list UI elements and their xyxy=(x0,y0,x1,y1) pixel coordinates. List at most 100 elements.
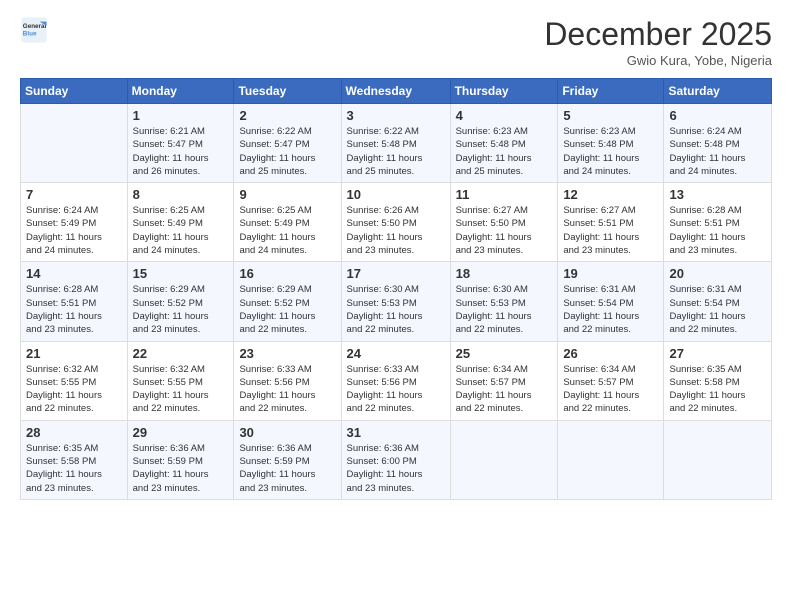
location: Gwio Kura, Yobe, Nigeria xyxy=(544,53,772,68)
day-number: 19 xyxy=(563,266,658,281)
cell-info: Sunrise: 6:26 AM Sunset: 5:50 PM Dayligh… xyxy=(347,204,445,257)
calendar-header-row: Sunday Monday Tuesday Wednesday Thursday… xyxy=(21,79,772,104)
calendar-week-row: 14Sunrise: 6:28 AM Sunset: 5:51 PM Dayli… xyxy=(21,262,772,341)
day-number: 9 xyxy=(239,187,335,202)
calendar-cell: 23 Sunrise: 6:33 AM Sunset: 5:56 PM Dayli… xyxy=(234,341,341,420)
calendar-table: Sunday Monday Tuesday Wednesday Thursday… xyxy=(20,78,772,500)
cell-info: Sunrise: 6:22 AM Sunset: 5:48 PM Dayligh… xyxy=(347,125,445,178)
cell-info: Sunrise: 6:29 AM Sunset: 5:52 PM Dayligh… xyxy=(239,283,335,336)
svg-text:Blue: Blue xyxy=(23,31,37,38)
calendar-cell: 14Sunrise: 6:28 AM Sunset: 5:51 PM Dayli… xyxy=(21,262,128,341)
calendar-cell xyxy=(21,104,128,183)
day-number: 4 xyxy=(456,108,553,123)
cell-info: Sunrise: 6:33 AM Sunset: 5:56 PM Dayligh… xyxy=(239,363,335,416)
cell-info: Sunrise: 6:31 AM Sunset: 5:54 PM Dayligh… xyxy=(669,283,766,336)
cell-info: Sunrise: 6:23 AM Sunset: 5:48 PM Dayligh… xyxy=(563,125,658,178)
col-wednesday: Wednesday xyxy=(341,79,450,104)
day-number: 18 xyxy=(456,266,553,281)
cell-info: Sunrise: 6:32 AM Sunset: 5:55 PM Dayligh… xyxy=(26,363,122,416)
day-number: 5 xyxy=(563,108,658,123)
svg-text:General: General xyxy=(23,23,47,30)
day-number: 24 xyxy=(347,346,445,361)
day-number: 17 xyxy=(347,266,445,281)
calendar-cell: 24 Sunrise: 6:33 AM Sunset: 5:56 PM Dayli… xyxy=(341,341,450,420)
day-number: 13 xyxy=(669,187,766,202)
calendar-cell: 1 Sunrise: 6:21 AM Sunset: 5:47 PM Daylig… xyxy=(127,104,234,183)
day-number: 7 xyxy=(26,187,122,202)
page: General Blue December 2025 Gwio Kura, Yo… xyxy=(0,0,792,612)
cell-info: Sunrise: 6:36 AM Sunset: 6:00 PM Dayligh… xyxy=(347,442,445,495)
cell-info: Sunrise: 6:27 AM Sunset: 5:51 PM Dayligh… xyxy=(563,204,658,257)
day-number: 23 xyxy=(239,346,335,361)
header: General Blue December 2025 Gwio Kura, Yo… xyxy=(20,16,772,68)
cell-info: Sunrise: 6:36 AM Sunset: 5:59 PM Dayligh… xyxy=(133,442,229,495)
day-number: 14 xyxy=(26,266,122,281)
day-number: 31 xyxy=(347,425,445,440)
day-number: 6 xyxy=(669,108,766,123)
calendar-cell: 2 Sunrise: 6:22 AM Sunset: 5:47 PM Daylig… xyxy=(234,104,341,183)
calendar-cell: 28Sunrise: 6:35 AM Sunset: 5:58 PM Dayli… xyxy=(21,420,128,499)
day-number: 16 xyxy=(239,266,335,281)
cell-info: Sunrise: 6:22 AM Sunset: 5:47 PM Dayligh… xyxy=(239,125,335,178)
cell-info: Sunrise: 6:34 AM Sunset: 5:57 PM Dayligh… xyxy=(563,363,658,416)
col-sunday: Sunday xyxy=(21,79,128,104)
cell-info: Sunrise: 6:23 AM Sunset: 5:48 PM Dayligh… xyxy=(456,125,553,178)
calendar-cell: 11Sunrise: 6:27 AM Sunset: 5:50 PM Dayli… xyxy=(450,183,558,262)
day-number: 21 xyxy=(26,346,122,361)
cell-info: Sunrise: 6:28 AM Sunset: 5:51 PM Dayligh… xyxy=(669,204,766,257)
cell-info: Sunrise: 6:21 AM Sunset: 5:47 PM Dayligh… xyxy=(133,125,229,178)
calendar-week-row: 7 Sunrise: 6:24 AM Sunset: 5:49 PM Daylig… xyxy=(21,183,772,262)
cell-info: Sunrise: 6:32 AM Sunset: 5:55 PM Dayligh… xyxy=(133,363,229,416)
col-friday: Friday xyxy=(558,79,664,104)
cell-info: Sunrise: 6:35 AM Sunset: 5:58 PM Dayligh… xyxy=(669,363,766,416)
calendar-cell: 16 Sunrise: 6:29 AM Sunset: 5:52 PM Dayli… xyxy=(234,262,341,341)
calendar-cell: 17 Sunrise: 6:30 AM Sunset: 5:53 PM Dayli… xyxy=(341,262,450,341)
cell-info: Sunrise: 6:30 AM Sunset: 5:53 PM Dayligh… xyxy=(456,283,553,336)
calendar-cell: 29 Sunrise: 6:36 AM Sunset: 5:59 PM Dayli… xyxy=(127,420,234,499)
day-number: 28 xyxy=(26,425,122,440)
calendar-week-row: 21 Sunrise: 6:32 AM Sunset: 5:55 PM Dayli… xyxy=(21,341,772,420)
calendar-cell: 21 Sunrise: 6:32 AM Sunset: 5:55 PM Dayli… xyxy=(21,341,128,420)
calendar-cell: 8Sunrise: 6:25 AM Sunset: 5:49 PM Daylig… xyxy=(127,183,234,262)
cell-info: Sunrise: 6:30 AM Sunset: 5:53 PM Dayligh… xyxy=(347,283,445,336)
day-number: 29 xyxy=(133,425,229,440)
calendar-cell: 25 Sunrise: 6:34 AM Sunset: 5:57 PM Dayli… xyxy=(450,341,558,420)
calendar-cell: 5 Sunrise: 6:23 AM Sunset: 5:48 PM Daylig… xyxy=(558,104,664,183)
calendar-cell xyxy=(450,420,558,499)
calendar-cell: 27 Sunrise: 6:35 AM Sunset: 5:58 PM Dayli… xyxy=(664,341,772,420)
day-number: 22 xyxy=(133,346,229,361)
month-title: December 2025 xyxy=(544,16,772,53)
day-number: 12 xyxy=(563,187,658,202)
cell-info: Sunrise: 6:34 AM Sunset: 5:57 PM Dayligh… xyxy=(456,363,553,416)
title-section: December 2025 Gwio Kura, Yobe, Nigeria xyxy=(544,16,772,68)
col-monday: Monday xyxy=(127,79,234,104)
calendar-cell: 18 Sunrise: 6:30 AM Sunset: 5:53 PM Dayli… xyxy=(450,262,558,341)
day-number: 11 xyxy=(456,187,553,202)
cell-info: Sunrise: 6:24 AM Sunset: 5:48 PM Dayligh… xyxy=(669,125,766,178)
calendar-cell: 7 Sunrise: 6:24 AM Sunset: 5:49 PM Daylig… xyxy=(21,183,128,262)
calendar-cell: 4 Sunrise: 6:23 AM Sunset: 5:48 PM Daylig… xyxy=(450,104,558,183)
day-number: 2 xyxy=(239,108,335,123)
calendar-cell: 19Sunrise: 6:31 AM Sunset: 5:54 PM Dayli… xyxy=(558,262,664,341)
cell-info: Sunrise: 6:24 AM Sunset: 5:49 PM Dayligh… xyxy=(26,204,122,257)
calendar-cell: 26Sunrise: 6:34 AM Sunset: 5:57 PM Dayli… xyxy=(558,341,664,420)
calendar-week-row: 28Sunrise: 6:35 AM Sunset: 5:58 PM Dayli… xyxy=(21,420,772,499)
cell-info: Sunrise: 6:29 AM Sunset: 5:52 PM Dayligh… xyxy=(133,283,229,336)
day-number: 27 xyxy=(669,346,766,361)
day-number: 20 xyxy=(669,266,766,281)
cell-info: Sunrise: 6:36 AM Sunset: 5:59 PM Dayligh… xyxy=(239,442,335,495)
calendar-cell xyxy=(558,420,664,499)
calendar-cell: 13 Sunrise: 6:28 AM Sunset: 5:51 PM Dayli… xyxy=(664,183,772,262)
cell-info: Sunrise: 6:33 AM Sunset: 5:56 PM Dayligh… xyxy=(347,363,445,416)
logo: General Blue xyxy=(20,16,48,44)
calendar-cell: 31 Sunrise: 6:36 AM Sunset: 6:00 PM Dayli… xyxy=(341,420,450,499)
calendar-cell: 9Sunrise: 6:25 AM Sunset: 5:49 PM Daylig… xyxy=(234,183,341,262)
calendar-cell: 20 Sunrise: 6:31 AM Sunset: 5:54 PM Dayli… xyxy=(664,262,772,341)
calendar-week-row: 1 Sunrise: 6:21 AM Sunset: 5:47 PM Daylig… xyxy=(21,104,772,183)
day-number: 3 xyxy=(347,108,445,123)
day-number: 1 xyxy=(133,108,229,123)
logo-icon: General Blue xyxy=(20,16,48,44)
day-number: 30 xyxy=(239,425,335,440)
day-number: 25 xyxy=(456,346,553,361)
col-thursday: Thursday xyxy=(450,79,558,104)
